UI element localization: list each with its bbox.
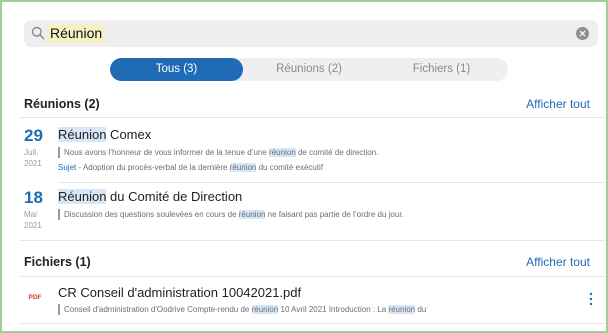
snippet-text: Conseil d'administration d'Oodrive Compt… xyxy=(64,305,252,314)
snippet-highlight: réunion xyxy=(238,210,266,219)
snippet-text: Nous avons l’honneur de vous informer de… xyxy=(64,148,270,157)
search-bar[interactable]: Réunion xyxy=(24,20,598,47)
subject-label: Sujet xyxy=(58,163,77,172)
search-results-panel: Réunion Tous (3) Réunions (2) Fichiers (… xyxy=(0,0,608,333)
title-highlight: Réunion xyxy=(58,127,107,142)
snippet-text: 10 Avril 2021 Introduction : La xyxy=(278,305,389,314)
meeting-date-year: 2021 xyxy=(24,221,42,230)
clear-icon[interactable] xyxy=(576,27,589,40)
files-show-all-link[interactable]: Afficher tout xyxy=(526,255,590,269)
subject-text: du comité exécutif xyxy=(256,163,324,172)
pdf-file-icon: PDF xyxy=(28,294,42,301)
file-title: CR Conseil d'administration 10042021.pdf xyxy=(58,285,302,300)
snippet-text: Discussion des questions soulevées en co… xyxy=(64,210,239,219)
meeting-date-year: 2021 xyxy=(24,159,42,168)
divider xyxy=(20,323,606,324)
title-highlight: Réunion xyxy=(58,189,107,204)
snippet-text: de comité de direction. xyxy=(295,148,379,157)
divider xyxy=(58,182,606,183)
search-icon xyxy=(31,26,45,40)
divider xyxy=(20,240,606,241)
meeting-snippet: Discussion des questions soulevées en co… xyxy=(58,209,404,220)
files-section-title: Fichiers (1) xyxy=(24,255,91,269)
filter-tabs: Tous (3) Réunions (2) Fichiers (1) xyxy=(110,58,508,81)
title-rest: du Comité de Direction xyxy=(106,189,243,204)
meeting-date-month: Mai xyxy=(24,210,37,219)
search-input[interactable]: Réunion xyxy=(47,24,106,43)
subject-text: - Adoption du procès-verbal de la derniè… xyxy=(76,163,230,172)
divider xyxy=(20,117,606,118)
snippet-highlight: réunion xyxy=(269,148,296,157)
snippet-highlight: réunion xyxy=(388,305,416,314)
meeting-date-day: 18 xyxy=(24,188,43,207)
tab-all[interactable]: Tous (3) xyxy=(110,58,243,81)
file-snippet: Conseil d'administration d'Oodrive Compt… xyxy=(58,304,426,315)
divider xyxy=(20,276,606,277)
meeting-date-month: Juil. xyxy=(24,148,39,157)
tab-meetings[interactable]: Réunions (2) xyxy=(243,58,375,81)
meetings-section-title: Réunions (2) xyxy=(24,97,100,111)
more-options-icon[interactable] xyxy=(588,292,594,306)
tab-files[interactable]: Fichiers (1) xyxy=(375,58,508,81)
meeting-title: Réunion du Comité de Direction xyxy=(58,189,242,204)
title-rest: Comex xyxy=(106,127,152,142)
meeting-subject: Sujet - Adoption du procès-verbal de la … xyxy=(58,163,323,172)
snippet-text: ne faisant pas partie de l’ordre du jour… xyxy=(265,210,404,219)
snippet-highlight: réunion xyxy=(251,305,279,314)
meeting-date-day: 29 xyxy=(24,126,43,145)
meetings-show-all-link[interactable]: Afficher tout xyxy=(526,97,590,111)
subject-highlight: réunion xyxy=(229,163,257,172)
meeting-title: Réunion Comex xyxy=(58,127,151,142)
meeting-snippet: Nous avons l’honneur de vous informer de… xyxy=(58,147,378,158)
snippet-text: du xyxy=(415,305,427,314)
